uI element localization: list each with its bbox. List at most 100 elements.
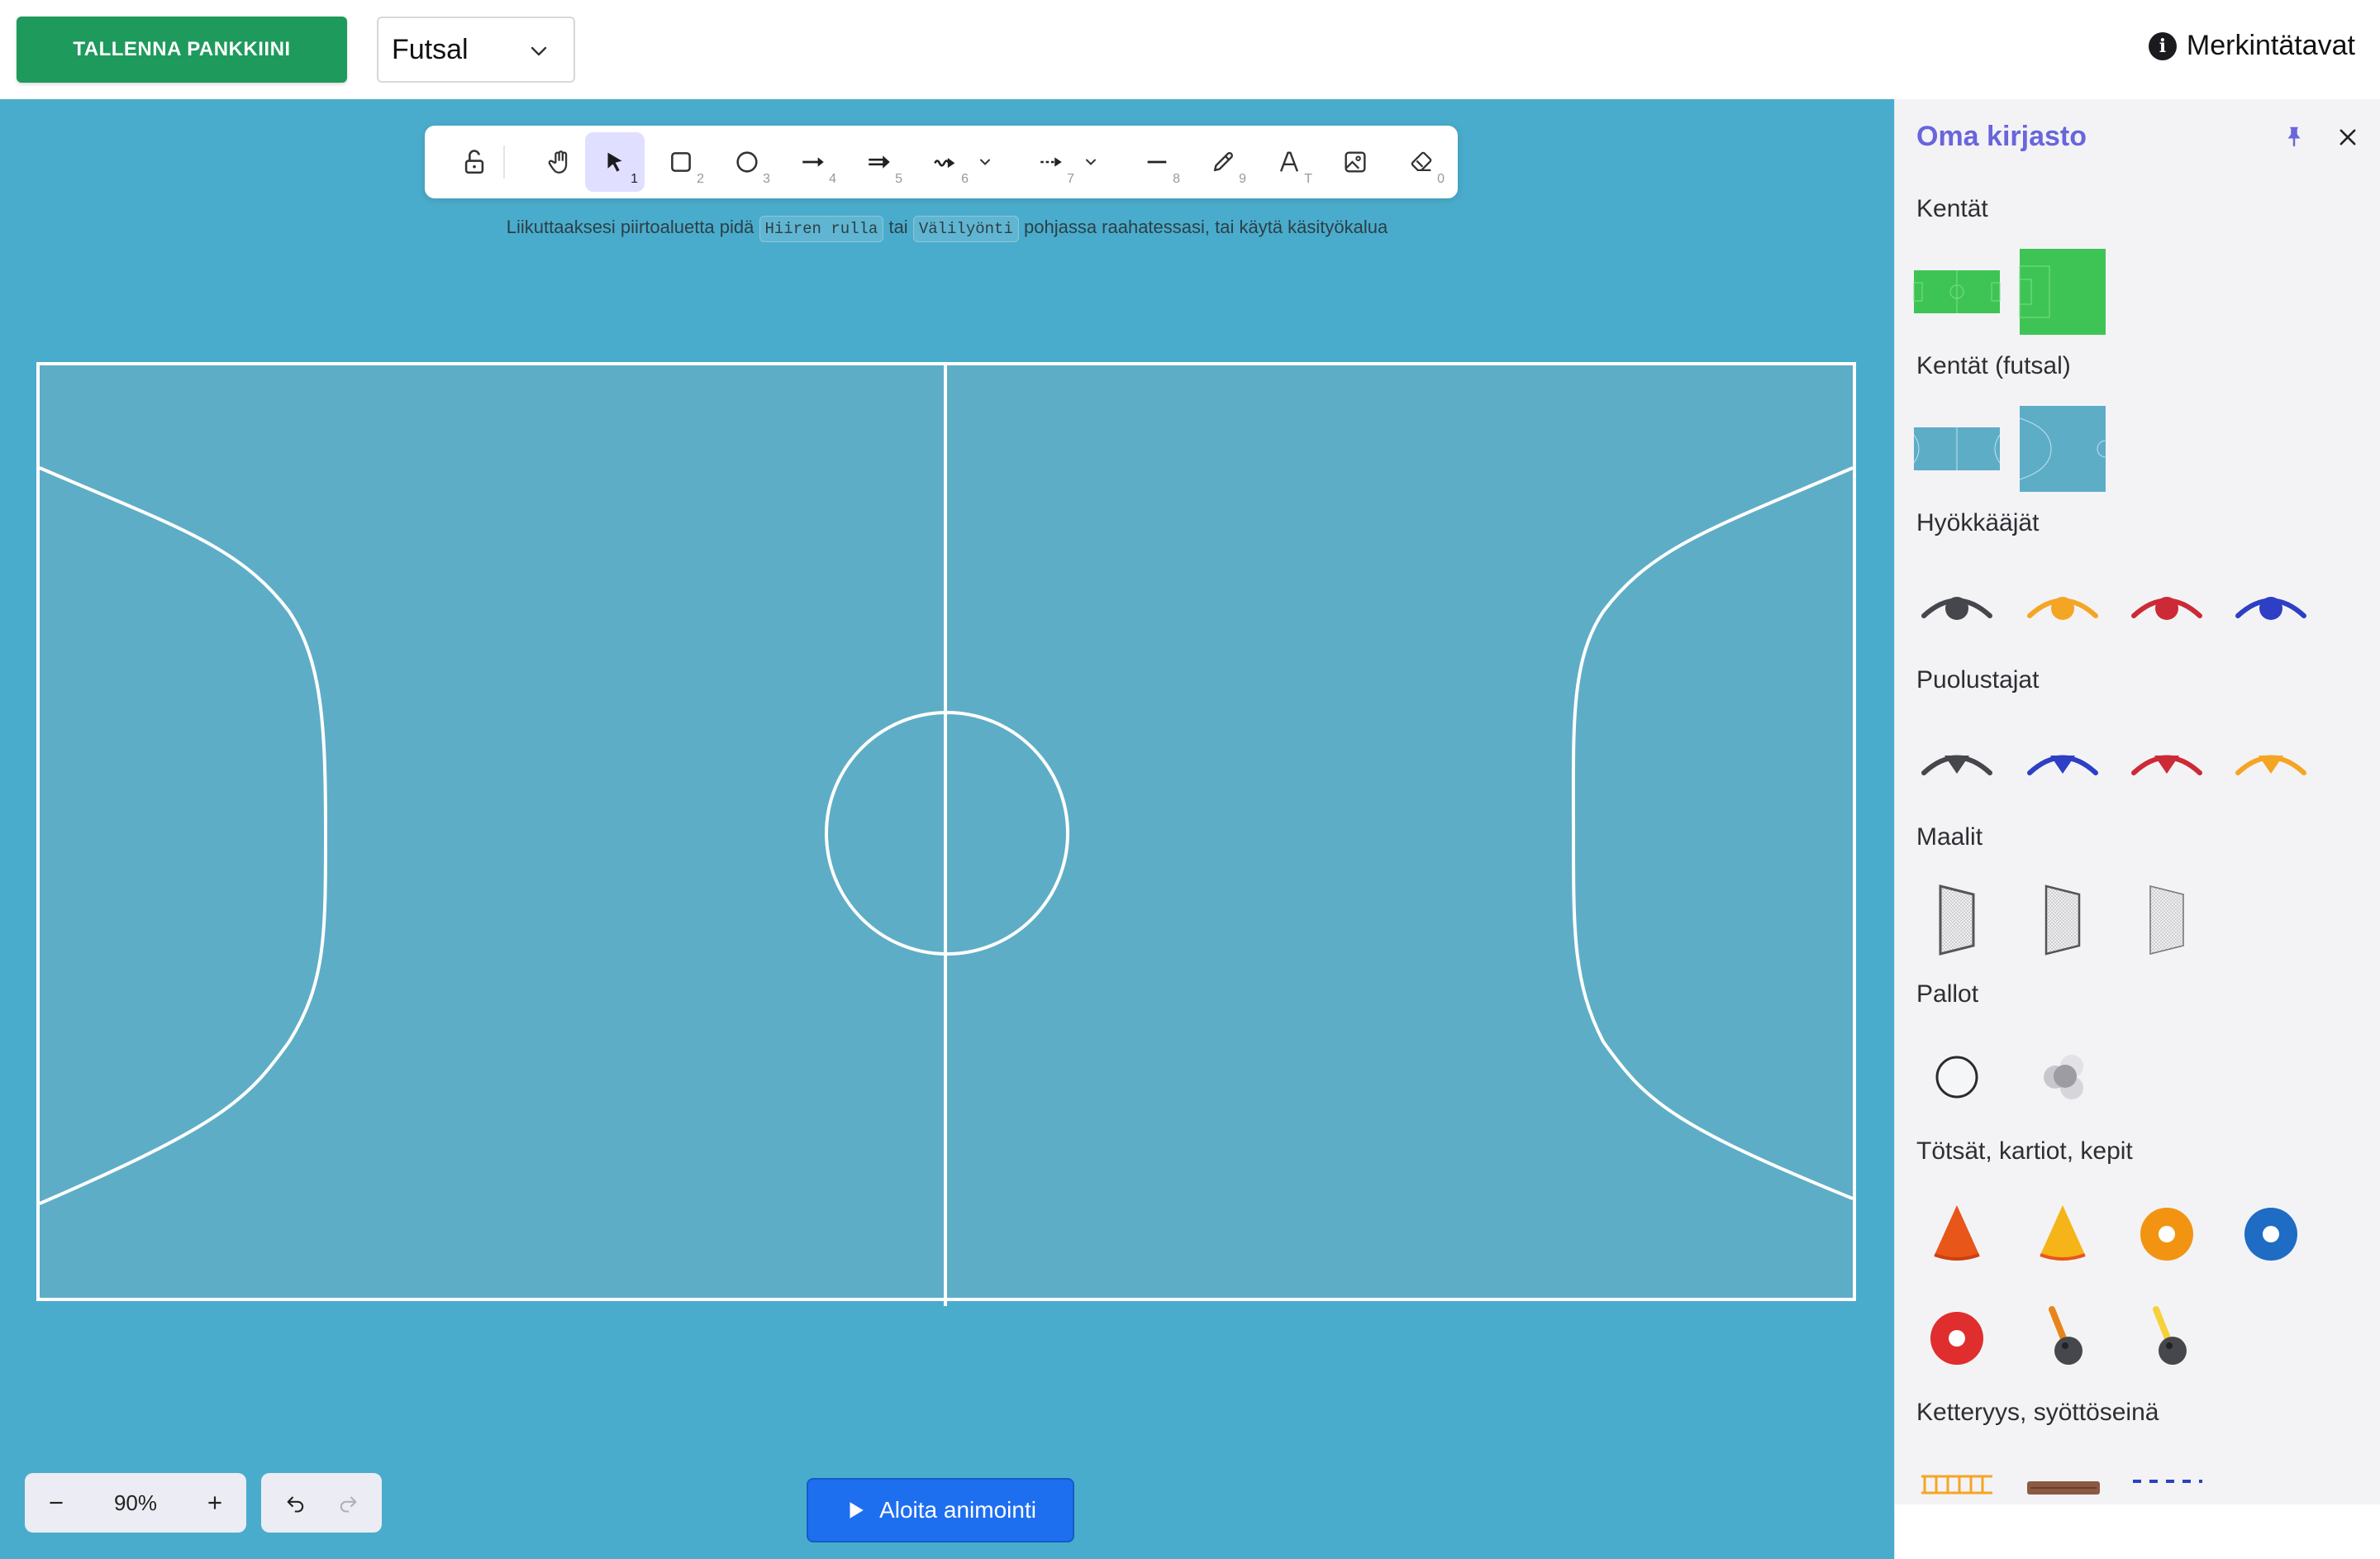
chevron-down-icon <box>531 46 547 56</box>
navigation-hint: Liikuttaaksesi piirtoaluetta pidä Hiiren… <box>0 216 1894 242</box>
zoom-controls: 90% <box>25 1473 246 1533</box>
library-item-marker-orange[interactable] <box>2123 1190 2211 1278</box>
library-item-defender-dark[interactable] <box>1913 719 2001 807</box>
library-item-cone-yellow[interactable] <box>2019 1190 2106 1278</box>
tool-shortcut: 9 <box>1239 172 1246 186</box>
tool-ellipse[interactable]: 3 <box>717 132 777 192</box>
hint-text: Liikuttaaksesi piirtoaluetta pidä <box>506 217 754 237</box>
hand-icon <box>548 150 568 174</box>
chevron-down-icon[interactable] <box>977 154 993 170</box>
tool-line[interactable]: 8 <box>1127 132 1187 192</box>
library-item-goal-right[interactable] <box>2123 876 2211 964</box>
section-label-goals: Maalit <box>1916 823 1983 851</box>
tool-arrow[interactable]: 4 <box>783 132 843 192</box>
library-item-defender-yellow[interactable] <box>2227 719 2315 807</box>
tool-shortcut: 2 <box>697 172 704 186</box>
tool-image[interactable] <box>1326 132 1385 192</box>
tool-lock[interactable] <box>445 132 504 192</box>
plus-icon <box>208 1496 221 1509</box>
pin-icon[interactable] <box>2282 124 2306 149</box>
zoom-in-button[interactable] <box>183 1473 246 1533</box>
tool-hand[interactable] <box>531 132 590 192</box>
section-label-futsal-fields: Kentät (futsal) <box>1916 352 2071 379</box>
library-item-futsal-field-horizontal[interactable] <box>1913 405 2001 493</box>
chevron-down-icon[interactable] <box>1083 154 1099 170</box>
library-item-ball-group[interactable] <box>2019 1033 2106 1121</box>
drawing-toolbar: 1 2 3 4 5 6 7 8 9 T 0 <box>425 126 1458 198</box>
futsal-field[interactable] <box>0 99 1894 1559</box>
field-type-select[interactable]: Futsal <box>377 17 575 83</box>
library-item-rebound-wall[interactable] <box>2019 1452 2106 1501</box>
library-item-pole-orange[interactable] <box>2019 1294 2106 1382</box>
tool-shortcut: 0 <box>1437 172 1445 186</box>
library-item-attacker-yellow[interactable] <box>2019 562 2106 650</box>
tool-eraser[interactable]: 0 <box>1392 132 1451 192</box>
pencil-icon <box>1213 152 1233 172</box>
tool-rectangle[interactable]: 2 <box>651 132 711 192</box>
drawing-canvas[interactable]: 1 2 3 4 5 6 7 8 9 T 0 Liikuttaaksesi pii… <box>0 99 1894 1559</box>
wavy-arrow-icon <box>934 158 955 169</box>
tool-pencil[interactable]: 9 <box>1193 132 1253 192</box>
library-item-agility-ladder[interactable] <box>1913 1452 2001 1501</box>
library-item-cone-orange[interactable] <box>1913 1190 2001 1278</box>
library-item-dashed-line[interactable] <box>2123 1452 2211 1501</box>
image-icon <box>1345 151 1366 173</box>
legend-label: Merkintätavat <box>2186 30 2355 61</box>
library-item-attacker-blue[interactable] <box>2227 562 2315 650</box>
play-icon <box>850 1502 864 1518</box>
zoom-out-button[interactable] <box>25 1473 88 1533</box>
library-item-goal-middle[interactable] <box>2019 876 2106 964</box>
hint-text: tai <box>888 217 908 237</box>
start-animation-label: Aloita animointi <box>879 1497 1036 1523</box>
section-label-defenders: Puolustajat <box>1916 666 2040 694</box>
info-icon: i <box>2148 31 2177 60</box>
text-icon <box>1279 151 1299 172</box>
dashed-arrow-icon <box>1040 157 1062 167</box>
tool-shortcut: 3 <box>763 172 770 186</box>
library-item-goal-left[interactable] <box>1913 876 2001 964</box>
library-item-attacker-red[interactable] <box>2123 562 2211 650</box>
pointer-icon <box>607 152 622 172</box>
section-label-cones: Tötsät, kartiot, kepit <box>1916 1137 2133 1165</box>
library-title: Oma kirjasto <box>1916 121 2087 152</box>
tool-double-arrow[interactable]: 5 <box>850 132 909 192</box>
top-bar: TALLENNA PANKKIINI Futsal i Merkintätava… <box>0 0 2380 99</box>
start-animation-button[interactable]: Aloita animointi <box>807 1478 1074 1542</box>
tool-shortcut: 7 <box>1067 172 1074 186</box>
library-item-futsal-field-half[interactable] <box>2019 405 2106 493</box>
tool-shortcut: 4 <box>829 172 836 186</box>
library-item-defender-red[interactable] <box>2123 719 2211 807</box>
hint-key-mouse-wheel: Hiiren rulla <box>759 216 884 242</box>
library-item-defender-blue[interactable] <box>2019 719 2106 807</box>
hint-key-space: Välilyönti <box>912 216 1019 242</box>
section-label-fields: Kentät <box>1916 195 1988 222</box>
section-label-attackers: Hyökkääjät <box>1916 509 2040 536</box>
library-item-attacker-dark[interactable] <box>1913 562 2001 650</box>
double-arrow-icon <box>869 155 890 169</box>
tool-wavy-arrow[interactable]: 6 <box>916 132 990 192</box>
history-controls <box>261 1473 382 1533</box>
library-item-ball[interactable] <box>1913 1033 2001 1121</box>
close-icon[interactable] <box>2336 126 2359 149</box>
library-item-field-half[interactable] <box>2019 248 2106 336</box>
field-type-value: Futsal <box>392 33 469 65</box>
library-item-marker-red[interactable] <box>1913 1294 2001 1382</box>
line-icon <box>1147 160 1167 164</box>
library-item-pole-yellow[interactable] <box>2123 1294 2211 1382</box>
arrow-icon <box>802 157 824 167</box>
tool-shortcut: 5 <box>895 172 902 186</box>
library-item-field-horizontal[interactable] <box>1913 248 2001 336</box>
tool-shortcut: 1 <box>631 172 638 186</box>
redo-icon[interactable] <box>336 1491 359 1514</box>
legend-link[interactable]: i Merkintätavat <box>2148 30 2355 62</box>
save-to-bank-button[interactable]: TALLENNA PANKKIINI <box>17 17 347 83</box>
tool-select[interactable]: 1 <box>585 132 645 192</box>
tool-shortcut: 8 <box>1173 172 1180 186</box>
library-item-marker-blue[interactable] <box>2227 1190 2315 1278</box>
eraser-icon <box>1411 151 1432 172</box>
undo-icon[interactable] <box>284 1491 307 1514</box>
zoom-level[interactable]: 90% <box>88 1490 183 1516</box>
tool-dashed-arrow[interactable]: 7 <box>1021 132 1096 192</box>
tool-text[interactable]: T <box>1259 132 1319 192</box>
tool-shortcut: T <box>1304 172 1312 186</box>
